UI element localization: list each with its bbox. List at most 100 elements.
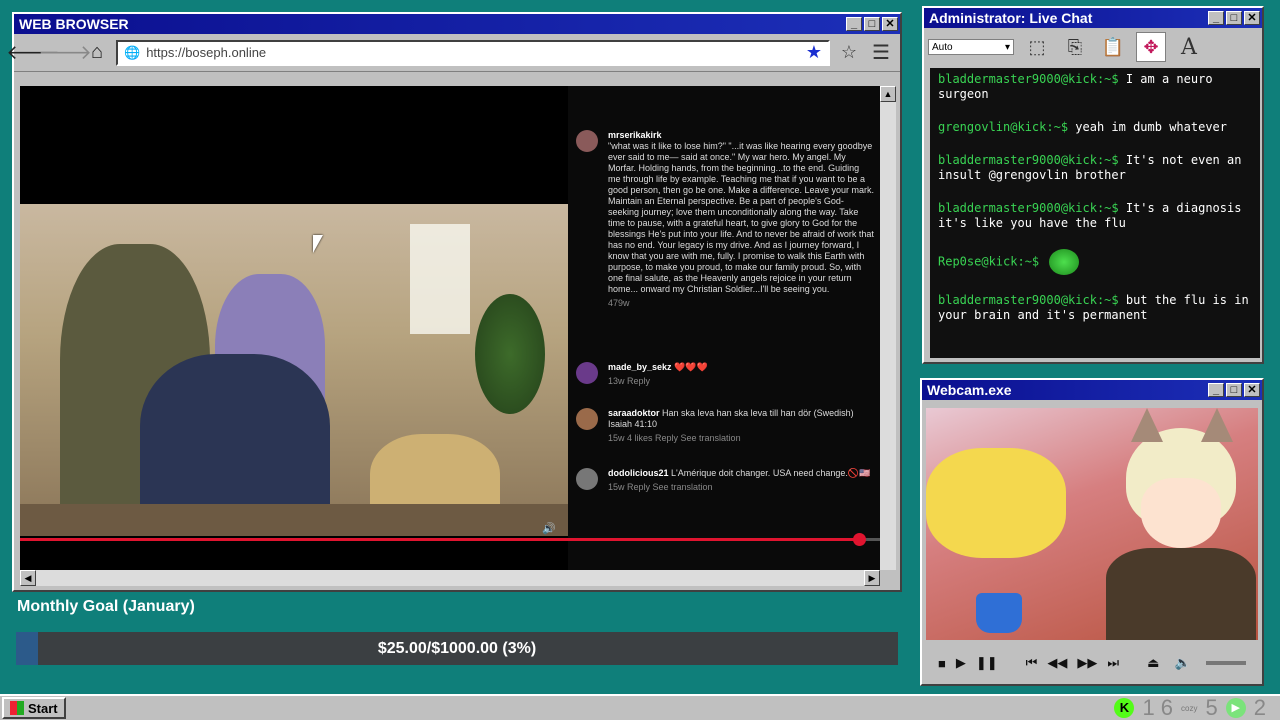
bookmark-star-outline-icon[interactable]: ☆: [836, 40, 862, 66]
close-button[interactable]: ✕: [882, 17, 898, 31]
maximize-button[interactable]: □: [864, 17, 880, 31]
video-plant: [475, 294, 545, 414]
copy-icon[interactable]: ⎘: [1060, 32, 1090, 62]
chat-titlebar[interactable]: Administrator: Live Chat _ □ ✕: [924, 8, 1262, 28]
chat-user: bladdermaster9000@kick:~$: [938, 72, 1119, 86]
vtuber-body: [1106, 548, 1256, 640]
close-button[interactable]: ✕: [1244, 11, 1260, 25]
chat-log[interactable]: bladdermaster9000@kick:~$ I am a neuro s…: [930, 68, 1260, 358]
chat-text: yeah im dumb whatever: [1068, 120, 1227, 134]
fast-forward-icon[interactable]: ▶▶: [1077, 655, 1097, 671]
comment-meta: 15w Reply See translation: [608, 482, 713, 492]
home-icon[interactable]: ⌂: [84, 40, 110, 66]
hamburger-menu-icon[interactable]: ☰: [868, 40, 894, 66]
maximize-button[interactable]: □: [1226, 383, 1242, 397]
start-button[interactable]: Start: [2, 697, 66, 719]
browser-window: WEB BROWSER _ □ ✕ 🡐 🡒 ⌂ 🌐 https://boseph…: [6, 12, 902, 592]
chat-size-select[interactable]: Auto ▾: [928, 39, 1014, 55]
comment-meta: 479w: [608, 298, 630, 308]
windows-logo-icon: [10, 701, 24, 715]
stop-icon[interactable]: ■: [938, 656, 946, 671]
start-label: Start: [28, 700, 58, 716]
chat-user: bladdermaster9000@kick:~$: [938, 153, 1119, 167]
goal-title: Monthly Goal (January): [17, 598, 195, 615]
scroll-up-arrow-icon[interactable]: ▲: [880, 86, 896, 102]
chevron-down-icon: ▾: [1004, 41, 1010, 53]
comment-item: dodolicious21 L'Amérique doit changer. U…: [576, 468, 874, 493]
chat-user: grengovlin@kick:~$: [938, 120, 1069, 134]
avatar: [576, 468, 598, 490]
taskbar: Start K 1 6 cozy 5 ▶ 2: [0, 694, 1280, 720]
comment-user[interactable]: made_by_sekz: [608, 362, 672, 372]
video-progress-fill: [20, 538, 859, 541]
minimize-button[interactable]: _: [846, 17, 862, 31]
move-icon[interactable]: ✥: [1136, 32, 1166, 62]
comment-user[interactable]: mrserikakirk: [608, 130, 874, 141]
media-controls: ■ ▶ ❚❚ ⏮ ◀◀ ▶▶ ⏭ ⏏ 🔈: [926, 648, 1258, 678]
bookmark-star-filled-icon[interactable]: ★: [806, 42, 822, 63]
horizontal-scrollbar[interactable]: ◀ ▶: [20, 570, 880, 586]
chat-message: bladdermaster9000@kick:~$ but the flu is…: [938, 293, 1252, 323]
clipboard-icon[interactable]: 📋: [1098, 32, 1128, 62]
webcam-window: Webcam.exe _ □ ✕ ■ ▶ ❚❚ ⏮ ◀◀ ▶▶ ⏭ ⏏ 🔈: [920, 378, 1264, 686]
play-circle-icon[interactable]: ▶: [1225, 698, 1246, 718]
comment-text: L'Amérique doit changer. USA need change…: [671, 468, 871, 478]
chat-user: bladdermaster9000@kick:~$: [938, 293, 1119, 307]
webcam-title: Webcam.exe: [927, 382, 1012, 398]
video-progress-knob[interactable]: [852, 533, 866, 546]
comment-text: ❤️❤️❤️: [674, 362, 708, 372]
comment-item: saraadoktor Han ska leva han ska leva ti…: [576, 408, 874, 444]
avatar: [576, 362, 598, 384]
volume-icon[interactable]: 🔊: [542, 522, 556, 535]
selection-icon[interactable]: ⬚: [1022, 32, 1052, 62]
scroll-right-arrow-icon[interactable]: ▶: [864, 570, 880, 586]
video-progress-bar[interactable]: [20, 533, 880, 546]
comment-meta: 15w 4 likes Reply See translation: [608, 433, 741, 443]
avatar: [576, 408, 598, 430]
forward-arrow-icon[interactable]: 🡒: [38, 40, 92, 66]
rewind-icon[interactable]: ◀◀: [1047, 655, 1067, 671]
cam-chair: [926, 448, 1066, 558]
minimize-button[interactable]: _: [1208, 383, 1224, 397]
video-frame[interactable]: [20, 204, 568, 536]
font-icon[interactable]: A: [1174, 32, 1204, 62]
maximize-button[interactable]: □: [1226, 11, 1242, 25]
browser-titlebar[interactable]: WEB BROWSER _ □ ✕: [14, 14, 900, 34]
eject-icon[interactable]: ⏏: [1147, 655, 1159, 671]
chat-window: Administrator: Live Chat _ □ ✕ Auto ▾ ⬚ …: [922, 6, 1264, 364]
chat-title: Administrator: Live Chat: [929, 10, 1093, 26]
kick-icon[interactable]: K: [1114, 698, 1135, 718]
video-table: [20, 504, 568, 536]
skip-start-icon[interactable]: ⏮: [1026, 655, 1038, 671]
volume-icon[interactable]: 🔈: [1175, 655, 1191, 671]
avatar: [576, 130, 598, 152]
viewer-count: 1 6: [1142, 695, 1174, 720]
globe-icon: 🌐: [124, 44, 141, 60]
chat-toolbar: Auto ▾ ⬚ ⎘ 📋 ✥ A: [924, 28, 1262, 66]
chat-user: Rep0se@kick:~$: [938, 254, 1040, 269]
browser-title: WEB BROWSER: [19, 16, 129, 32]
chat-message: bladdermaster9000@kick:~$ It's not even …: [938, 153, 1252, 183]
comment-user[interactable]: saraadoktor: [608, 408, 660, 418]
skip-end-icon[interactable]: ⏭: [1107, 655, 1119, 671]
comments-panel: mrserikakirk "what was it like to lose h…: [568, 86, 880, 570]
close-button[interactable]: ✕: [1244, 383, 1260, 397]
emote-icon: [1049, 249, 1080, 275]
chat-message: grengovlin@kick:~$ yeah im dumb whatever: [938, 120, 1252, 135]
pause-icon[interactable]: ❚❚: [976, 655, 998, 671]
goal-progress-bar: $25.00/$1000.00 (3%): [16, 632, 898, 665]
comment-user[interactable]: dodolicious21: [608, 468, 669, 478]
chat-user: bladdermaster9000@kick:~$: [938, 201, 1119, 215]
scroll-left-arrow-icon[interactable]: ◀: [20, 570, 36, 586]
chat-message: bladdermaster9000@kick:~$ I am a neuro s…: [938, 72, 1252, 102]
minimize-button[interactable]: _: [1208, 11, 1224, 25]
volume-slider[interactable]: [1205, 661, 1246, 665]
video-window-light: [410, 224, 470, 334]
browser-navbar: 🡐 🡒 ⌂ 🌐 https://boseph.online ★ ☆ ☰: [6, 34, 900, 72]
vertical-scrollbar[interactable]: ▲: [880, 86, 896, 570]
comment-item: mrserikakirk "what was it like to lose h…: [576, 130, 874, 309]
url-text[interactable]: https://boseph.online: [146, 45, 800, 60]
webcam-titlebar[interactable]: Webcam.exe _ □ ✕: [922, 380, 1262, 400]
play-icon[interactable]: ▶: [956, 655, 966, 671]
address-bar[interactable]: 🌐 https://boseph.online ★: [116, 39, 830, 66]
